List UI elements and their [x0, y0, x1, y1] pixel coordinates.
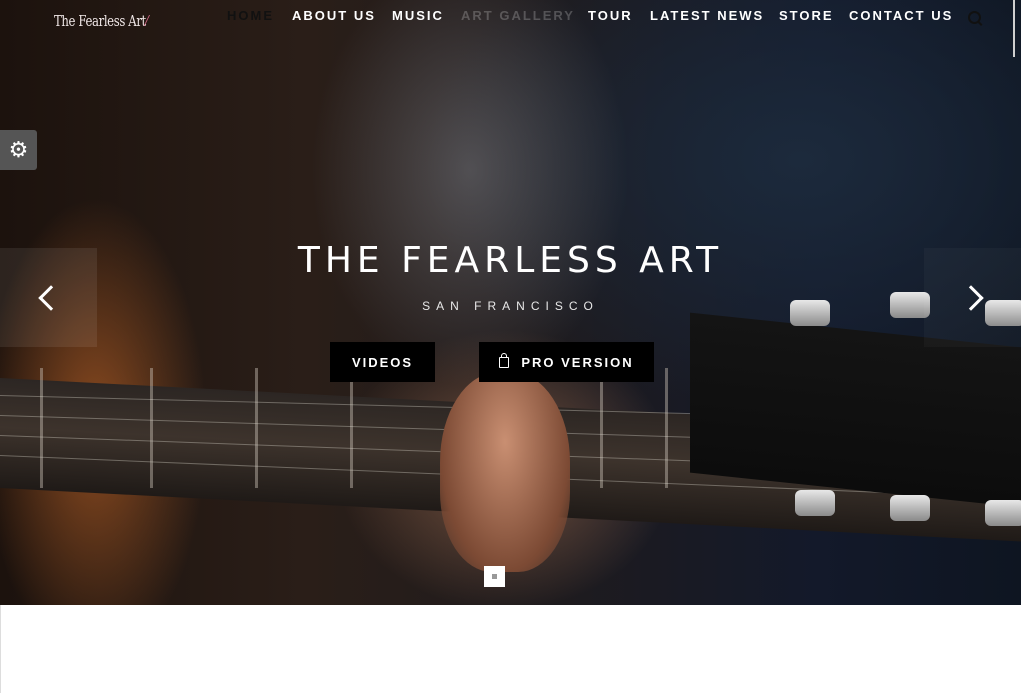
- settings-panel-toggle[interactable]: ⚙: [0, 130, 37, 170]
- hero-title: THE FEARLESS ART: [297, 240, 724, 281]
- guitar-fret: [600, 368, 603, 488]
- logo-swash-icon: ⁄: [145, 12, 148, 30]
- tuning-peg: [795, 490, 835, 516]
- logo-text: The Fearless Art: [54, 12, 146, 30]
- search-icon[interactable]: [968, 11, 981, 24]
- slider-pagination-dot-indicator: [492, 574, 497, 579]
- site-logo[interactable]: The Fearless Art⁄: [54, 12, 148, 30]
- nav-item-store[interactable]: STORE: [779, 8, 834, 23]
- shopping-bag-icon: [499, 352, 510, 368]
- nav-item-art-gallery[interactable]: ART GALLERY: [461, 8, 575, 23]
- content-area-border: [0, 605, 1, 693]
- guitar-fret: [665, 368, 668, 488]
- tuning-peg: [890, 495, 930, 521]
- nav-item-about-us[interactable]: ABOUT US: [292, 8, 376, 23]
- pro-version-button-label: PRO VERSION: [521, 354, 634, 370]
- hand-image: [440, 372, 570, 572]
- nav-item-tour[interactable]: TOUR: [588, 8, 633, 23]
- hero-subtitle: SAN FRANCISCO: [422, 299, 599, 313]
- nav-item-music[interactable]: MUSIC: [392, 8, 444, 23]
- guitar-fret: [40, 368, 43, 488]
- guitar-fret: [255, 368, 258, 488]
- nav-item-home[interactable]: HOME: [227, 8, 274, 23]
- gear-icon: ⚙: [8, 137, 29, 162]
- nav-item-contact-us[interactable]: CONTACT US: [849, 8, 953, 23]
- scroll-edge-divider: [1013, 0, 1015, 57]
- tuning-peg: [985, 500, 1021, 526]
- videos-button-label: VIDEOS: [351, 354, 414, 370]
- slider-pagination-dot[interactable]: [484, 566, 505, 587]
- nav-item-latest-news[interactable]: LATEST NEWS: [650, 8, 764, 23]
- videos-button[interactable]: VIDEOS: [330, 342, 435, 382]
- guitar-fret: [150, 368, 153, 488]
- pro-version-button[interactable]: PRO VERSION: [479, 342, 654, 382]
